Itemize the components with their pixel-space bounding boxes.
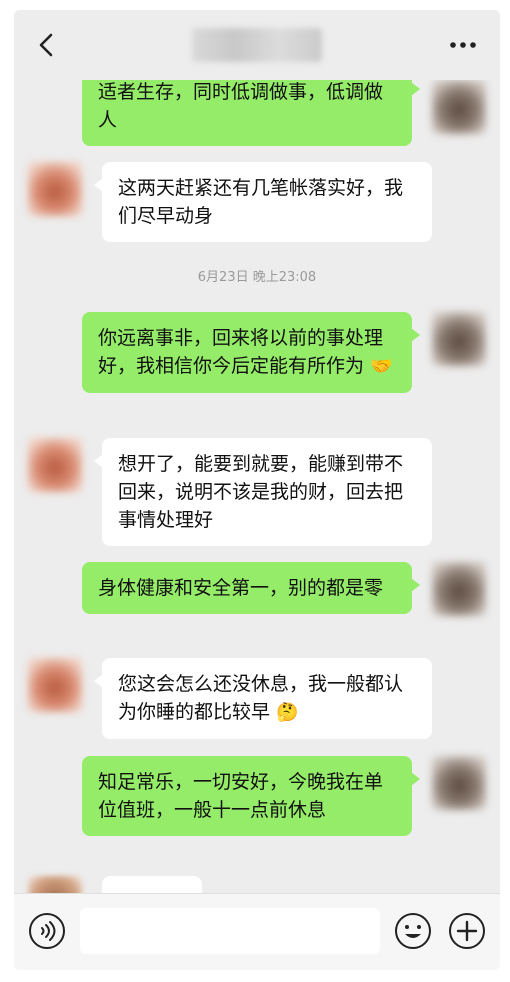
contact-avatar[interactable]: [28, 162, 82, 216]
self-message-bubble[interactable]: 你远离事非，回来将以前的事处理好，我相信你今后定能有所作为 🤝: [82, 312, 420, 393]
message-list: 适者生存，同时低调做事，低调做人 这两天赶紧还有几笔帐落实好，我们尽早动身 6月…: [14, 80, 500, 900]
message-text: 这两天赶紧还有几笔帐落实好，我们尽早动身: [118, 177, 404, 227]
contact-avatar[interactable]: [28, 658, 82, 712]
input-bar: [14, 893, 500, 970]
contact-message-bubble[interactable]: 想开了，能要到就要，能赚到带不回来，说明不该是我的财，回去把事情处理好: [94, 438, 432, 546]
self-message-bubble[interactable]: 身体健康和安全第一，别的都是零: [82, 562, 420, 614]
message-text: 身体健康和安全第一，别的都是零: [98, 577, 384, 599]
emoji-icon[interactable]: [394, 912, 432, 950]
message-text: 想开了，能要到就要，能赚到带不回来，说明不该是我的财，回去把事情处理好: [118, 453, 404, 531]
message-text: 知足常乐，一切安好，今晚我在单位值班，一般十一点前休息: [98, 771, 384, 821]
voice-icon[interactable]: [28, 912, 66, 950]
self-message-bubble[interactable]: 知足常乐，一切安好，今晚我在单位值班，一般十一点前休息: [82, 756, 420, 836]
chat-screen: 适者生存，同时低调做事，低调做人 这两天赶紧还有几笔帐落实好，我们尽早动身 6月…: [14, 10, 500, 970]
thinking-emoji: 🤔: [276, 702, 299, 723]
more-horizontal-icon[interactable]: [448, 38, 478, 52]
self-avatar[interactable]: [432, 312, 486, 366]
plus-icon[interactable]: [448, 912, 486, 950]
self-avatar[interactable]: [432, 756, 486, 810]
self-avatar[interactable]: [432, 562, 486, 616]
timestamp: 6月23日 晚上23:08: [197, 270, 317, 285]
chat-header: [14, 10, 500, 80]
contact-message-bubble[interactable]: 您这会怎么还没休息，我一般都认为你睡的都比较早 🤔: [94, 658, 432, 739]
self-avatar[interactable]: [432, 80, 486, 134]
message-text: 您这会怎么还没休息，我一般都认为你睡的都比较早: [118, 673, 404, 723]
message-text: 你远离事非，回来将以前的事处理好，我相信你今后定能有所作为: [98, 327, 384, 377]
contact-avatar[interactable]: [28, 438, 82, 492]
message-input[interactable]: [80, 908, 380, 954]
contact-message-bubble[interactable]: 这两天赶紧还有几笔帐落实好，我们尽早动身: [94, 162, 432, 242]
message-text: 适者生存，同时低调做事，低调做人: [98, 81, 384, 131]
self-message-bubble[interactable]: 适者生存，同时低调做事，低调做人: [82, 80, 420, 146]
handshake-emoji: 🤝: [370, 356, 393, 377]
chevron-left-icon[interactable]: [34, 32, 60, 58]
chat-title-blurred: [192, 28, 322, 62]
